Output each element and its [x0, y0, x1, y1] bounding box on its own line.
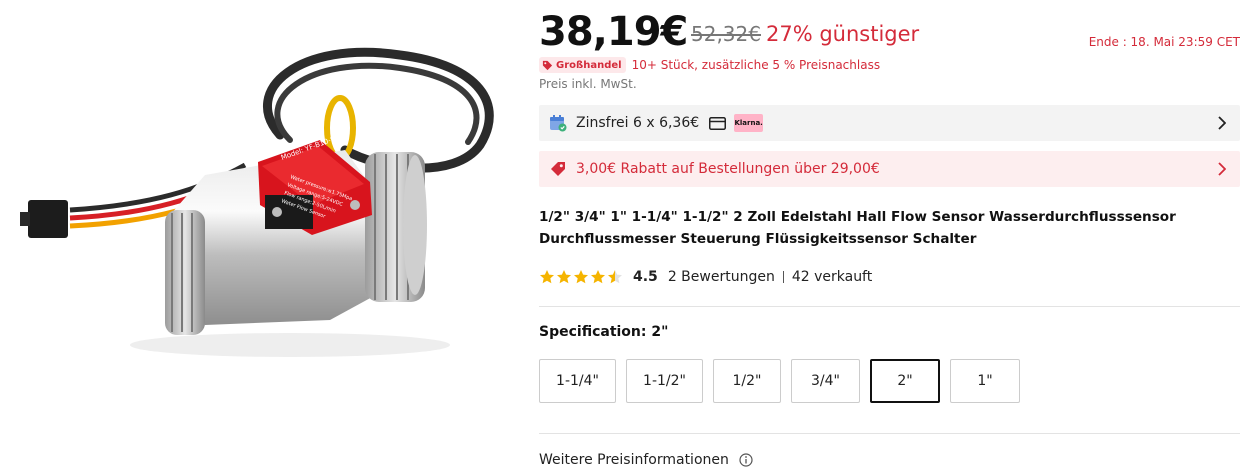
tax-note: Preis inkl. MwSt. — [539, 77, 637, 91]
star-full-icon — [557, 270, 571, 284]
spec-option-button[interactable]: 2" — [870, 359, 940, 403]
reviews-link[interactable]: 2 Bewertungen — [668, 269, 775, 285]
deal-end-time: Ende : 18. Mai 23:59 CET — [1088, 35, 1240, 49]
product-info: 38,19€ 52,32€ 27% günstiger Ende : 18. M… — [539, 0, 1240, 468]
chevron-right-icon — [1218, 162, 1226, 176]
star-full-icon — [574, 270, 588, 284]
more-price-info-label: Weitere Preisinformationen — [539, 452, 729, 468]
star-rating — [539, 269, 624, 285]
info-icon — [739, 453, 753, 467]
product-title: 1/2" 3/4" 1" 1-1/4" 1-1/2" 2 Zoll Edelst… — [539, 209, 1176, 247]
price-row: 38,19€ 52,32€ 27% günstiger Ende : 18. M… — [539, 8, 1240, 56]
current-price: 38,19€ — [539, 9, 688, 55]
coupon-banner[interactable]: 3,00€ Rabatt auf Bestellungen über 29,00… — [539, 151, 1240, 187]
flow-sensor-photo: Model: YF-B10-S Water pressure:≤1.75Mpa … — [20, 47, 494, 357]
rating-row[interactable]: 4.5 2 Bewertungen 42 verkauft — [539, 266, 872, 288]
spec-option-button[interactable]: 1" — [950, 359, 1020, 403]
spec-option-button[interactable]: 3/4" — [791, 359, 860, 403]
specification-options: 1-1/4" 1-1/2" 1/2" 3/4" 2" 1" — [539, 359, 1030, 403]
spec-option-button[interactable]: 1-1/2" — [626, 359, 703, 403]
installment-text: Zinsfrei 6 x 6,36€ — [576, 115, 700, 131]
star-full-icon — [591, 270, 605, 284]
star-full-icon — [540, 270, 554, 284]
divider — [539, 306, 1240, 307]
credit-card-icon — [709, 116, 727, 130]
spec-option-button[interactable]: 1-1/4" — [539, 359, 616, 403]
star-half-icon — [608, 270, 622, 284]
specification-label: Specification: 2" — [539, 324, 669, 340]
coupon-text: 3,00€ Rabatt auf Bestellungen über 29,00… — [576, 161, 880, 177]
wholesale-badge-label: Großhandel — [556, 59, 622, 71]
wholesale-badge: Großhandel — [539, 57, 626, 73]
divider — [539, 433, 1240, 434]
wholesale-row: Großhandel 10+ Stück, zusätzliche 5 % Pr… — [539, 56, 880, 74]
rating-score: 4.5 — [633, 269, 658, 285]
discount-label: 27% günstiger — [766, 22, 920, 46]
spec-option-button[interactable]: 1/2" — [713, 359, 781, 403]
rating-divider — [782, 271, 784, 283]
tag-icon — [542, 60, 553, 70]
more-price-info[interactable]: Weitere Preisinformationen — [539, 452, 753, 468]
calendar-icon — [550, 115, 567, 132]
tag-icon — [551, 162, 565, 176]
original-price: 52,32€ — [691, 22, 761, 46]
sold-count: 42 verkauft — [791, 269, 873, 285]
chevron-right-icon — [1218, 116, 1226, 130]
klarna-badge: Klarna. — [734, 114, 764, 132]
installment-banner[interactable]: Zinsfrei 6 x 6,36€ Klarna. — [539, 105, 1240, 141]
product-image[interactable]: Model: YF-B10-S Water pressure:≤1.75Mpa … — [0, 0, 525, 459]
wholesale-text: 10+ Stück, zusätzliche 5 % Preisnachlass — [631, 58, 881, 72]
